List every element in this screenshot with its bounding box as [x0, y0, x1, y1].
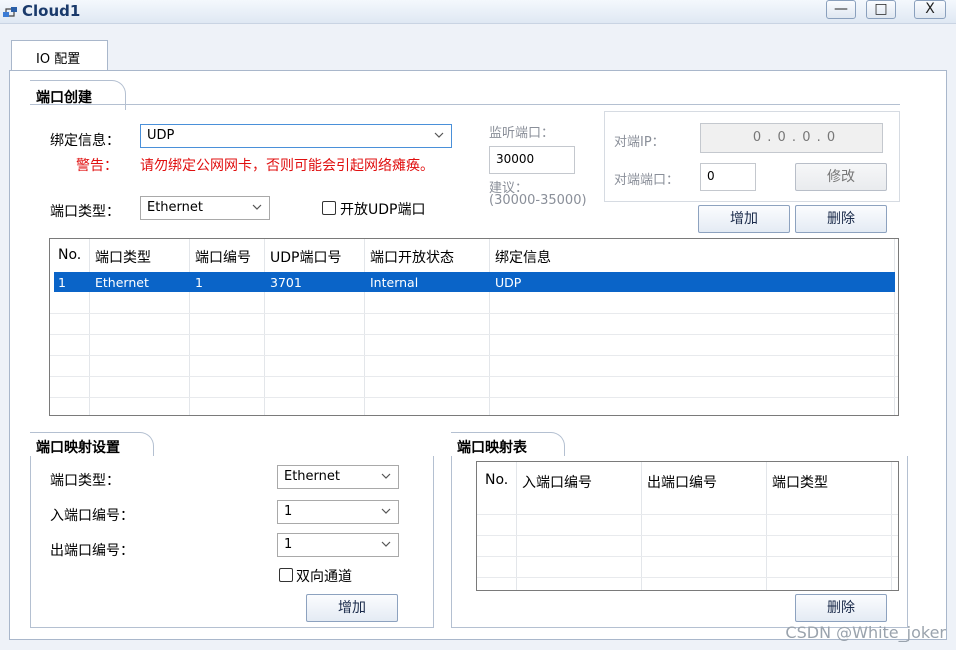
mapping-settings-header: 端口映射设置 — [36, 440, 120, 456]
peer-ip-label: 对端IP： — [614, 135, 665, 150]
chevron-down-icon — [252, 204, 262, 210]
cell-open-status: Internal — [370, 275, 419, 290]
bidirectional-checkbox[interactable] — [279, 568, 293, 582]
maximize-icon: □ — [874, 1, 888, 17]
port-type-label: 端口类型： — [50, 204, 120, 220]
map-type-value: Ethernet — [284, 469, 340, 484]
cloud-icon — [3, 7, 17, 17]
modify-button[interactable]: 修改 — [795, 163, 887, 191]
in-port-value: 1 — [284, 504, 293, 519]
mapping-table-header: 端口映射表 — [457, 440, 527, 456]
port-table[interactable]: No. 端口类型 端口编号 UDP端口号 端口开放状态 绑定信息 1 Ether… — [49, 238, 899, 416]
out-port-select[interactable]: 1 — [277, 533, 399, 557]
row-divider — [50, 355, 898, 356]
col-out-port[interactable]: 出端口编号 — [647, 472, 717, 492]
cell-udp-port: 3701 — [270, 275, 302, 290]
bind-info-value: UDP — [147, 128, 175, 143]
close-icon: X — [925, 1, 935, 17]
open-udp-label: 开放UDP端口 — [340, 202, 426, 218]
warning-text: 请勿绑定公网网卡，否则可能会引起网络瘫痪。 — [140, 158, 434, 174]
row-divider — [50, 334, 898, 335]
col-in-port[interactable]: 入端口编号 — [522, 472, 592, 492]
cell-bind-info: UDP — [495, 275, 522, 290]
port-type-value: Ethernet — [147, 200, 203, 215]
mapping-table[interactable]: No. 入端口编号 出端口编号 端口类型 — [476, 461, 899, 591]
add-mapping-button[interactable]: 增加 — [306, 594, 398, 622]
cell-no: 1 — [58, 275, 66, 290]
chevron-down-icon — [434, 132, 444, 138]
listen-port-input[interactable]: 30000 — [489, 146, 575, 174]
col-bind-info[interactable]: 绑定信息 — [495, 247, 551, 267]
tab-label: IO 配置 — [36, 52, 81, 67]
col-port-type[interactable]: 端口类型 — [772, 472, 828, 492]
row-divider — [50, 397, 898, 398]
peer-port-label: 对端端口： — [614, 173, 680, 188]
row-divider — [50, 313, 898, 314]
maximize-button[interactable]: □ — [866, 0, 896, 19]
peer-ip-input[interactable]: 0 . 0 . 0 . 0 — [700, 123, 883, 153]
close-button[interactable]: X — [914, 0, 946, 19]
chevron-down-icon — [381, 508, 391, 514]
cell-port-number: 1 — [195, 275, 203, 290]
row-divider — [50, 376, 898, 377]
delete-mapping-button[interactable]: 删除 — [795, 594, 887, 622]
col-port-type[interactable]: 端口类型 — [95, 247, 151, 267]
in-port-select[interactable]: 1 — [277, 500, 399, 524]
col-open-status[interactable]: 端口开放状态 — [370, 247, 454, 267]
open-udp-checkbox[interactable] — [322, 201, 336, 215]
peer-port-input[interactable]: 0 — [700, 163, 756, 191]
table-row[interactable]: 1 Ethernet 1 3701 Internal UDP — [54, 272, 895, 292]
bidirectional-label: 双向通道 — [296, 569, 352, 585]
warning-label: 警告： — [76, 158, 118, 174]
table-header: No. 端口类型 端口编号 UDP端口号 端口开放状态 绑定信息 — [50, 239, 898, 269]
port-type-select[interactable]: Ethernet — [140, 196, 270, 220]
col-port-number[interactable]: 端口编号 — [195, 247, 251, 267]
bind-info-select[interactable]: UDP — [140, 124, 452, 148]
col-no[interactable]: No. — [58, 247, 81, 263]
tab-io-config[interactable]: IO 配置 — [11, 40, 108, 70]
row-divider — [477, 535, 898, 536]
row-divider — [477, 514, 898, 515]
window-title: Cloud1 — [22, 2, 81, 20]
title-bar[interactable]: Cloud1 — □ X — [0, 0, 956, 24]
row-divider — [477, 556, 898, 557]
out-port-label: 出端口编号： — [50, 543, 134, 559]
add-port-button[interactable]: 增加 — [698, 205, 790, 233]
listen-port-label: 监听端口： — [489, 126, 555, 141]
in-port-label: 入端口编号： — [50, 508, 134, 524]
watermark: CSDN @White_joker — [785, 623, 946, 642]
chevron-down-icon — [381, 541, 391, 547]
suggest-range: (30000-35000) — [489, 193, 587, 208]
minimize-button[interactable]: — — [826, 0, 856, 19]
col-udp-port[interactable]: UDP端口号 — [270, 247, 341, 267]
table-header: No. 入端口编号 出端口编号 端口类型 — [477, 462, 898, 492]
map-type-select[interactable]: Ethernet — [277, 465, 399, 489]
row-divider — [477, 577, 898, 578]
chevron-down-icon — [381, 473, 391, 479]
col-no[interactable]: No. — [485, 472, 508, 488]
map-type-label: 端口类型： — [50, 473, 120, 489]
out-port-value: 1 — [284, 537, 293, 552]
cell-port-type: Ethernet — [95, 275, 149, 290]
delete-port-button[interactable]: 删除 — [795, 205, 887, 233]
bind-info-label: 绑定信息： — [50, 133, 120, 149]
minimize-icon: — — [834, 1, 848, 17]
divider — [30, 104, 900, 105]
